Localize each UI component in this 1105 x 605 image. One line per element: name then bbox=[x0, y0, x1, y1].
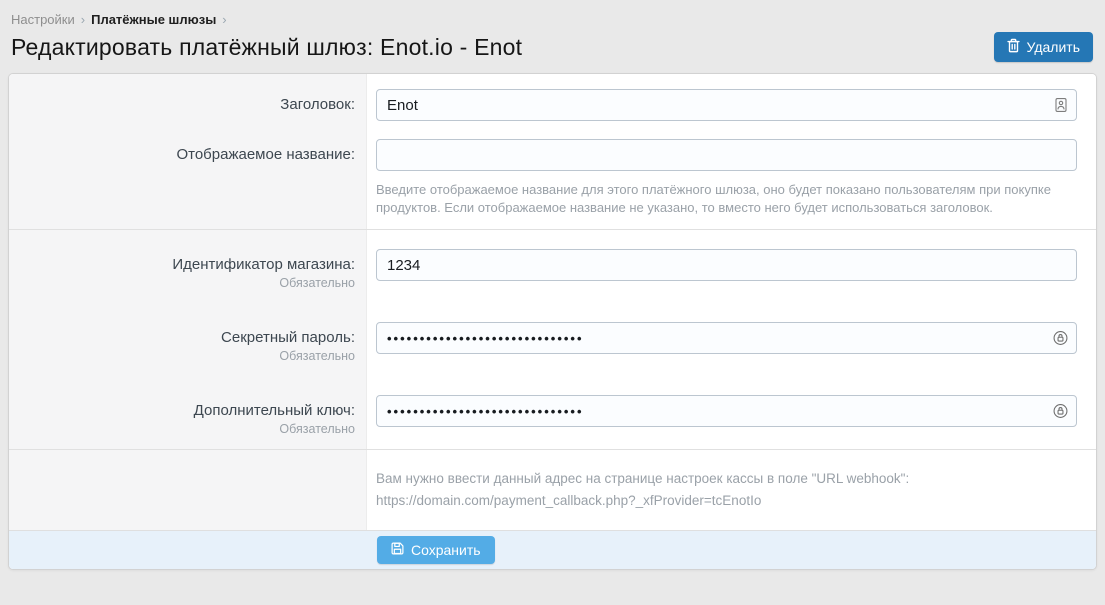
display-name-label: Отображаемое название: bbox=[19, 146, 355, 163]
form-row-secret-password: Секретный пароль: Обязательно bbox=[9, 303, 1096, 376]
form-row-title: Заголовок: bbox=[9, 74, 1096, 139]
title-label-cell: Заголовок: bbox=[9, 74, 367, 139]
form-section-naming: Заголовок: Отображаемое название bbox=[9, 74, 1096, 229]
webhook-url-text: https://domain.com/payment_callback.php?… bbox=[376, 490, 1077, 512]
display-name-help-text: Введите отображаемое название для этого … bbox=[376, 181, 1076, 217]
extra-key-required-hint: Обязательно bbox=[19, 422, 355, 436]
extra-key-label: Дополнительный ключ: bbox=[19, 402, 355, 419]
secret-password-required-hint: Обязательно bbox=[19, 349, 355, 363]
title-input[interactable] bbox=[376, 89, 1077, 121]
display-name-input[interactable] bbox=[376, 139, 1077, 171]
webhook-label-cell bbox=[9, 450, 367, 530]
title-label: Заголовок: bbox=[19, 96, 355, 113]
form-row-shop-id: Идентификатор магазина: Обязательно bbox=[9, 230, 1096, 303]
breadcrumb-settings[interactable]: Настройки bbox=[11, 12, 75, 27]
form-section-webhook: Вам нужно ввести данный адрес на страниц… bbox=[9, 449, 1096, 530]
page-title: Редактировать платёжный шлюз: Enot.io - … bbox=[11, 34, 522, 61]
form-footer-bar: Сохранить bbox=[9, 530, 1096, 569]
extra-key-label-cell: Дополнительный ключ: Обязательно bbox=[9, 376, 367, 449]
page-header: Настройки › Платёжные шлюзы › Редактиров… bbox=[0, 0, 1105, 62]
save-button-label: Сохранить bbox=[411, 542, 481, 558]
trash-icon bbox=[1007, 38, 1020, 56]
chevron-right-icon: › bbox=[222, 12, 226, 27]
display-name-label-cell: Отображаемое название: bbox=[9, 139, 367, 229]
password-reveal-icon[interactable] bbox=[1052, 330, 1069, 347]
delete-button[interactable]: Удалить bbox=[994, 32, 1093, 62]
secret-password-label-cell: Секретный пароль: Обязательно bbox=[9, 303, 367, 376]
secret-password-input[interactable] bbox=[376, 322, 1077, 354]
form-row-display-name: Отображаемое название: Введите отображае… bbox=[9, 139, 1096, 229]
payment-gateway-form: Заголовок: Отображаемое название bbox=[8, 73, 1097, 570]
breadcrumb: Настройки › Платёжные шлюзы › bbox=[11, 12, 1093, 27]
delete-button-label: Удалить bbox=[1027, 39, 1080, 55]
extra-key-input[interactable] bbox=[376, 395, 1077, 427]
password-reveal-icon[interactable] bbox=[1052, 403, 1069, 420]
shop-id-input[interactable] bbox=[376, 249, 1077, 281]
shop-id-label-cell: Идентификатор магазина: Обязательно bbox=[9, 230, 367, 303]
chevron-right-icon: › bbox=[81, 12, 85, 27]
floppy-icon bbox=[391, 542, 404, 558]
autofill-contact-icon[interactable] bbox=[1053, 97, 1069, 113]
secret-password-label: Секретный пароль: bbox=[19, 329, 355, 346]
breadcrumb-payment-gateways[interactable]: Платёжные шлюзы bbox=[91, 12, 216, 27]
save-button[interactable]: Сохранить bbox=[377, 536, 495, 564]
shop-id-required-hint: Обязательно bbox=[19, 276, 355, 290]
form-row-extra-key: Дополнительный ключ: Обязательно bbox=[9, 376, 1096, 449]
shop-id-label: Идентификатор магазина: bbox=[19, 256, 355, 273]
form-row-webhook: Вам нужно ввести данный адрес на страниц… bbox=[9, 450, 1096, 530]
webhook-instruction-text: Вам нужно ввести данный адрес на страниц… bbox=[376, 468, 1077, 490]
form-section-credentials: Идентификатор магазина: Обязательно Секр… bbox=[9, 229, 1096, 449]
